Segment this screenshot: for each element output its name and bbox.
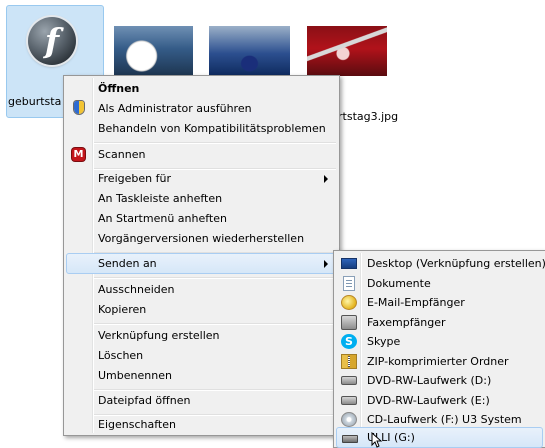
- menu-item-label: Eigenschaften: [98, 418, 176, 431]
- sendto-desktop[interactable]: Desktop (Verknüpfung erstellen): [336, 253, 545, 274]
- menu-item-label: Umbenennen: [98, 369, 172, 382]
- menu-item-label: E-Mail-Empfänger: [367, 296, 465, 309]
- file-label: geburtsta: [8, 95, 62, 108]
- desktop-icon: [341, 258, 357, 269]
- mcafee-icon: [72, 148, 85, 161]
- menu-item-label: Dateipfad öffnen: [98, 394, 191, 407]
- menu-item-label: Freigeben für: [98, 172, 171, 185]
- menu-item-open-file-path[interactable]: Dateipfad öffnen: [66, 390, 337, 411]
- menu-item-label: Senden an: [98, 257, 157, 270]
- menu-item-label: Kopieren: [98, 303, 147, 316]
- submenu-arrow-icon: [324, 175, 328, 183]
- menu-item-create-shortcut[interactable]: Verknüpfung erstellen: [66, 325, 337, 346]
- menu-item-open[interactable]: Öffnen: [66, 78, 337, 99]
- mouse-pointer-icon: [371, 432, 383, 448]
- sendto-dvd-d[interactable]: DVD-RW-Laufwerk (D:): [336, 370, 543, 391]
- menu-item-label: DVD-RW-Laufwerk (E:): [367, 394, 490, 407]
- fax-icon: [341, 315, 357, 330]
- shield-icon: [74, 101, 84, 114]
- menu-item-label: Löschen: [98, 349, 144, 362]
- menu-item-label: Ausschneiden: [98, 283, 175, 296]
- file-label: rtstag3.jpg: [338, 110, 399, 123]
- flash-icon-letter: f: [44, 21, 60, 60]
- menu-item-label: Öffnen: [98, 82, 140, 95]
- menu-item-label: Verknüpfung erstellen: [98, 329, 220, 342]
- menu-item-label: Scannen: [98, 148, 146, 161]
- cd-drive-icon: [341, 412, 357, 427]
- sendto-usb-ulli[interactable]: ULLI (G:): [336, 427, 543, 448]
- menu-item-delete[interactable]: Löschen: [66, 345, 337, 366]
- menu-item-share-with[interactable]: Freigeben für: [66, 168, 337, 189]
- sendto-skype[interactable]: Skype: [336, 331, 543, 352]
- menu-item-label: Desktop (Verknüpfung erstellen): [367, 257, 545, 270]
- sendto-dvd-e[interactable]: DVD-RW-Laufwerk (E:): [336, 390, 543, 411]
- menu-item-pin-start-menu[interactable]: An Startmenü anheften: [66, 208, 337, 229]
- zip-folder-icon: [341, 354, 357, 369]
- sendto-mail-recipient[interactable]: E-Mail-Empfänger: [336, 292, 543, 313]
- sendto-fax-recipient[interactable]: Faxempfänger: [336, 312, 543, 333]
- dvd-drive-icon: [341, 376, 357, 385]
- menu-item-label: Dokumente: [367, 277, 431, 290]
- menu-item-label: Als Administrator ausführen: [98, 102, 252, 115]
- menu-item-label: ZIP-komprimierter Ordner: [367, 355, 509, 368]
- menu-item-label: Faxempfänger: [367, 316, 446, 329]
- menu-item-restore-previous-versions[interactable]: Vorgängerversionen wiederherstellen: [66, 228, 337, 249]
- menu-item-copy[interactable]: Kopieren: [66, 299, 337, 320]
- usb-drive-icon: [342, 435, 358, 443]
- photo-thumbnail-3[interactable]: [307, 26, 387, 76]
- menu-item-scan[interactable]: Scannen: [66, 144, 337, 165]
- menu-item-cut[interactable]: Ausschneiden: [66, 279, 337, 300]
- menu-item-label: DVD-RW-Laufwerk (D:): [367, 374, 492, 387]
- skype-icon: [341, 334, 357, 349]
- menu-item-troubleshoot-compatibility[interactable]: Behandeln von Kompatibilitätsproblemen: [66, 118, 337, 139]
- menu-item-label: Skype: [367, 335, 401, 348]
- menu-item-label: Behandeln von Kompatibilitätsproblemen: [98, 122, 326, 135]
- menu-item-label: CD-Laufwerk (F:) U3 System: [367, 413, 522, 426]
- mail-icon: [341, 295, 357, 310]
- menu-item-label: Vorgängerversionen wiederherstellen: [98, 232, 305, 245]
- send-to-submenu: Desktop (Verknüpfung erstellen) Dokument…: [333, 250, 545, 448]
- menu-item-properties[interactable]: Eigenschaften: [66, 414, 337, 435]
- documents-icon: [343, 276, 355, 291]
- sendto-zip-folder[interactable]: ZIP-komprimierter Ordner: [336, 351, 543, 372]
- menu-item-label: An Taskleiste anheften: [98, 192, 223, 205]
- context-menu: Öffnen Als Administrator ausführen Behan…: [63, 75, 340, 436]
- submenu-arrow-icon: [324, 260, 328, 268]
- menu-item-rename[interactable]: Umbenennen: [66, 365, 337, 386]
- photo-thumbnail-1[interactable]: [114, 26, 193, 76]
- photo-thumbnail-2[interactable]: [209, 26, 290, 76]
- sendto-documents[interactable]: Dokumente: [336, 273, 543, 294]
- menu-item-run-as-admin[interactable]: Als Administrator ausführen: [66, 98, 337, 119]
- menu-item-label: An Startmenü anheften: [98, 212, 227, 225]
- dvd-drive-icon: [341, 396, 357, 405]
- menu-item-send-to[interactable]: Senden an: [66, 253, 337, 274]
- menu-item-pin-taskbar[interactable]: An Taskleiste anheften: [66, 188, 337, 209]
